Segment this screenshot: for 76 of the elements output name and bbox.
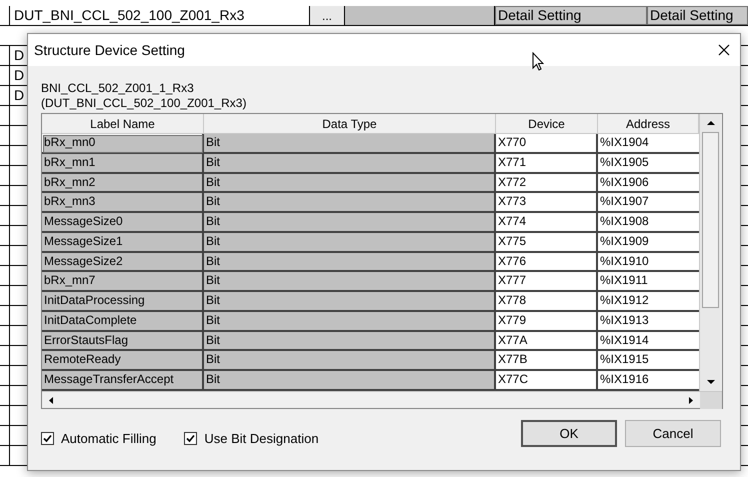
horizontal-scrollbar[interactable] xyxy=(42,391,722,408)
table-cell[interactable]: InitDataComplete xyxy=(42,312,204,332)
table-cell[interactable]: X773 xyxy=(496,193,598,214)
table-cell[interactable]: X770 xyxy=(496,134,598,154)
table-cell[interactable]: X774 xyxy=(496,213,598,233)
table-cell[interactable]: InitDataProcessing xyxy=(42,292,204,312)
table-cell: Bit xyxy=(204,272,496,292)
table-cell[interactable]: RemoteReady xyxy=(42,351,204,372)
cancel-button[interactable]: Cancel xyxy=(625,420,721,448)
browse-button[interactable]: ... xyxy=(310,6,345,25)
table-cell[interactable]: X777 xyxy=(496,272,598,292)
table-cell: Bit xyxy=(204,213,496,233)
table-cell[interactable]: X77C xyxy=(496,371,598,391)
table-cell: Bit xyxy=(204,134,496,154)
table-cell[interactable]: %IX1914 xyxy=(598,332,699,352)
detail-setting-button[interactable]: Detail Setting xyxy=(495,6,647,25)
scrollbar-thumb[interactable] xyxy=(702,132,719,308)
table-cell[interactable]: MessageSize2 xyxy=(42,252,204,272)
scrollbar-corner xyxy=(700,392,722,408)
table-cell: Bit xyxy=(204,174,496,194)
structure-type: (DUT_BNI_CCL_502_100_Z001_Rx3) xyxy=(41,96,248,111)
table-cell[interactable]: %IX1907 xyxy=(598,193,699,214)
column-header[interactable]: Label Name xyxy=(42,114,204,134)
table-cell[interactable]: ErrorStautsFlag xyxy=(42,332,204,352)
table-cell[interactable]: X779 xyxy=(496,312,598,332)
table-cell: Bit xyxy=(204,252,496,272)
window-title: Structure Device Setting xyxy=(34,40,185,60)
table-cell[interactable]: X77A xyxy=(496,332,598,352)
column-header[interactable]: Data Type xyxy=(204,114,496,134)
table-cell[interactable]: %IX1915 xyxy=(598,351,699,372)
checkbox[interactable] xyxy=(184,432,198,446)
table-cell: Bit xyxy=(204,154,496,174)
table-cell: Bit xyxy=(204,332,496,352)
table-cell: Bit xyxy=(204,371,496,391)
structure-name: BNI_CCL_502_Z001_1_Rx3 xyxy=(41,81,195,96)
table-cell: Bit xyxy=(204,351,496,372)
checkbox[interactable] xyxy=(41,432,54,446)
table-cell[interactable]: MessageTransferAccept xyxy=(42,371,204,391)
table-cell[interactable]: %IX1912 xyxy=(598,292,699,312)
table-cell[interactable]: X775 xyxy=(496,232,598,253)
table-cell[interactable]: %IX1911 xyxy=(598,272,699,292)
table-cell[interactable]: %IX1913 xyxy=(598,312,699,332)
table-cell: Bit xyxy=(204,292,496,312)
table-cell[interactable]: X771 xyxy=(496,154,598,174)
column-header[interactable]: Address xyxy=(598,114,699,134)
table-cell[interactable]: bRx_mn7 xyxy=(42,272,204,292)
table-cell[interactable]: X776 xyxy=(496,252,598,272)
table-cell[interactable]: %IX1908 xyxy=(598,213,699,233)
table-cell[interactable]: bRx_mn3 xyxy=(42,193,204,214)
table-cell[interactable]: %IX1916 xyxy=(598,371,699,391)
table-cell[interactable]: bRx_mn1 xyxy=(42,154,204,174)
table-cell[interactable]: bRx_mn2 xyxy=(42,174,204,194)
table-cell[interactable]: X77B xyxy=(496,351,598,372)
table-cell[interactable]: bRx_mn0 xyxy=(42,134,204,154)
table-cell[interactable]: %IX1906 xyxy=(598,174,699,194)
table-cell: Bit xyxy=(204,232,496,253)
table-cell[interactable]: %IX1904 xyxy=(598,134,699,154)
table-cell: Bit xyxy=(204,193,496,214)
ok-button[interactable]: OK xyxy=(521,420,617,448)
table-cell-text: D xyxy=(13,46,26,65)
close-icon[interactable] xyxy=(718,44,730,56)
table-cell[interactable]: X772 xyxy=(496,174,598,194)
table-cell[interactable]: %IX1905 xyxy=(598,154,699,174)
table-cell[interactable]: %IX1909 xyxy=(598,232,699,253)
vertical-scrollbar[interactable] xyxy=(699,114,721,391)
detail-setting-button[interactable]: Detail Setting xyxy=(647,6,748,25)
table-cell[interactable]: %IX1910 xyxy=(598,252,699,272)
table-cell[interactable]: X778 xyxy=(496,292,598,312)
column-header[interactable]: Device xyxy=(496,114,598,134)
table-cell[interactable]: MessageSize1 xyxy=(42,232,204,253)
table-cell-text: D xyxy=(13,66,26,85)
table-cell[interactable]: MessageSize0 xyxy=(42,213,204,233)
table-cell-text: D xyxy=(13,86,26,105)
table-cell: Bit xyxy=(204,312,496,332)
checkbox-label[interactable]: Automatic Filling xyxy=(61,429,156,448)
checkbox-label[interactable]: Use Bit Designation xyxy=(204,429,319,448)
